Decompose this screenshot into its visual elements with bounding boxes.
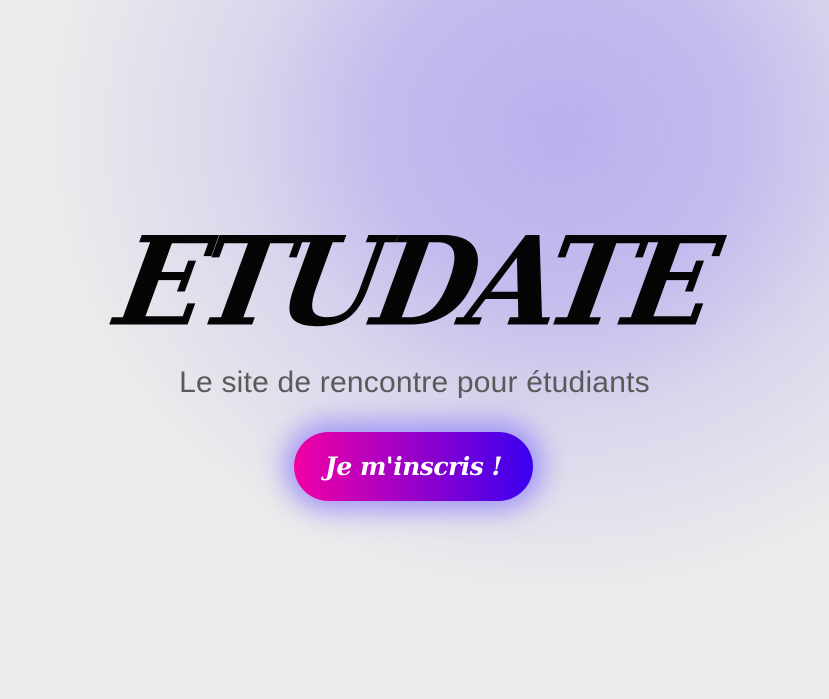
signup-button[interactable]: Je m'inscris ! — [294, 432, 533, 501]
brand-title: ETUDATE — [106, 209, 723, 354]
tagline: Le site de rencontre pour étudiants — [179, 366, 650, 399]
hero-section: ETUDATE Le site de rencontre pour étudia… — [0, 0, 829, 699]
